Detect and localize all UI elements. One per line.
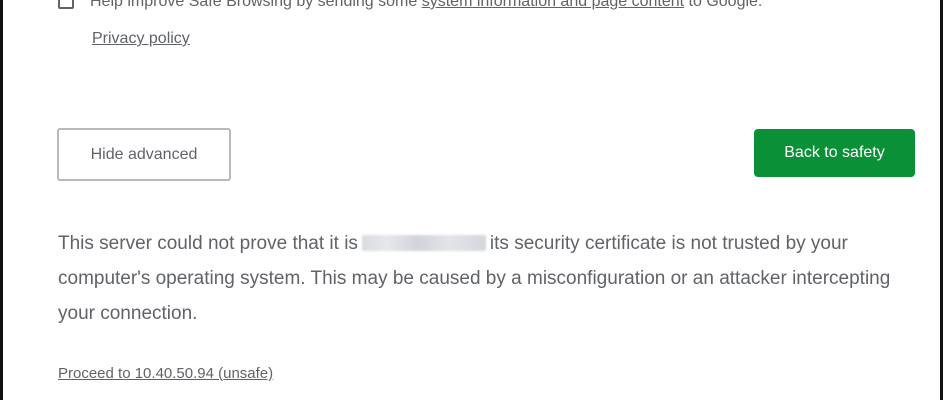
proceed-unsafe-link[interactable]: Proceed to 10.40.50.94 (unsafe): [58, 365, 273, 382]
certificate-error-explanation: This server could not prove that it is it…: [58, 226, 918, 331]
redacted-host: [361, 235, 486, 251]
system-info-link[interactable]: system information and page content: [422, 0, 684, 10]
safe-browsing-optin: Help improve Safe Browsing by sending so…: [58, 0, 762, 16]
window-border-left: [0, 0, 3, 400]
safe-browsing-checkbox[interactable]: [58, 0, 74, 9]
optin-text: Help improve Safe Browsing by sending so…: [90, 0, 762, 11]
back-to-safety-button[interactable]: Back to safety: [754, 129, 915, 177]
privacy-policy-link[interactable]: Privacy policy: [92, 30, 190, 48]
explanation-text-before: This server could not prove that it is: [58, 233, 358, 254]
optin-text-before: Help improve Safe Browsing by sending so…: [90, 0, 422, 10]
hide-advanced-button[interactable]: Hide advanced: [57, 128, 231, 181]
optin-text-after: to Google.: [684, 0, 763, 10]
